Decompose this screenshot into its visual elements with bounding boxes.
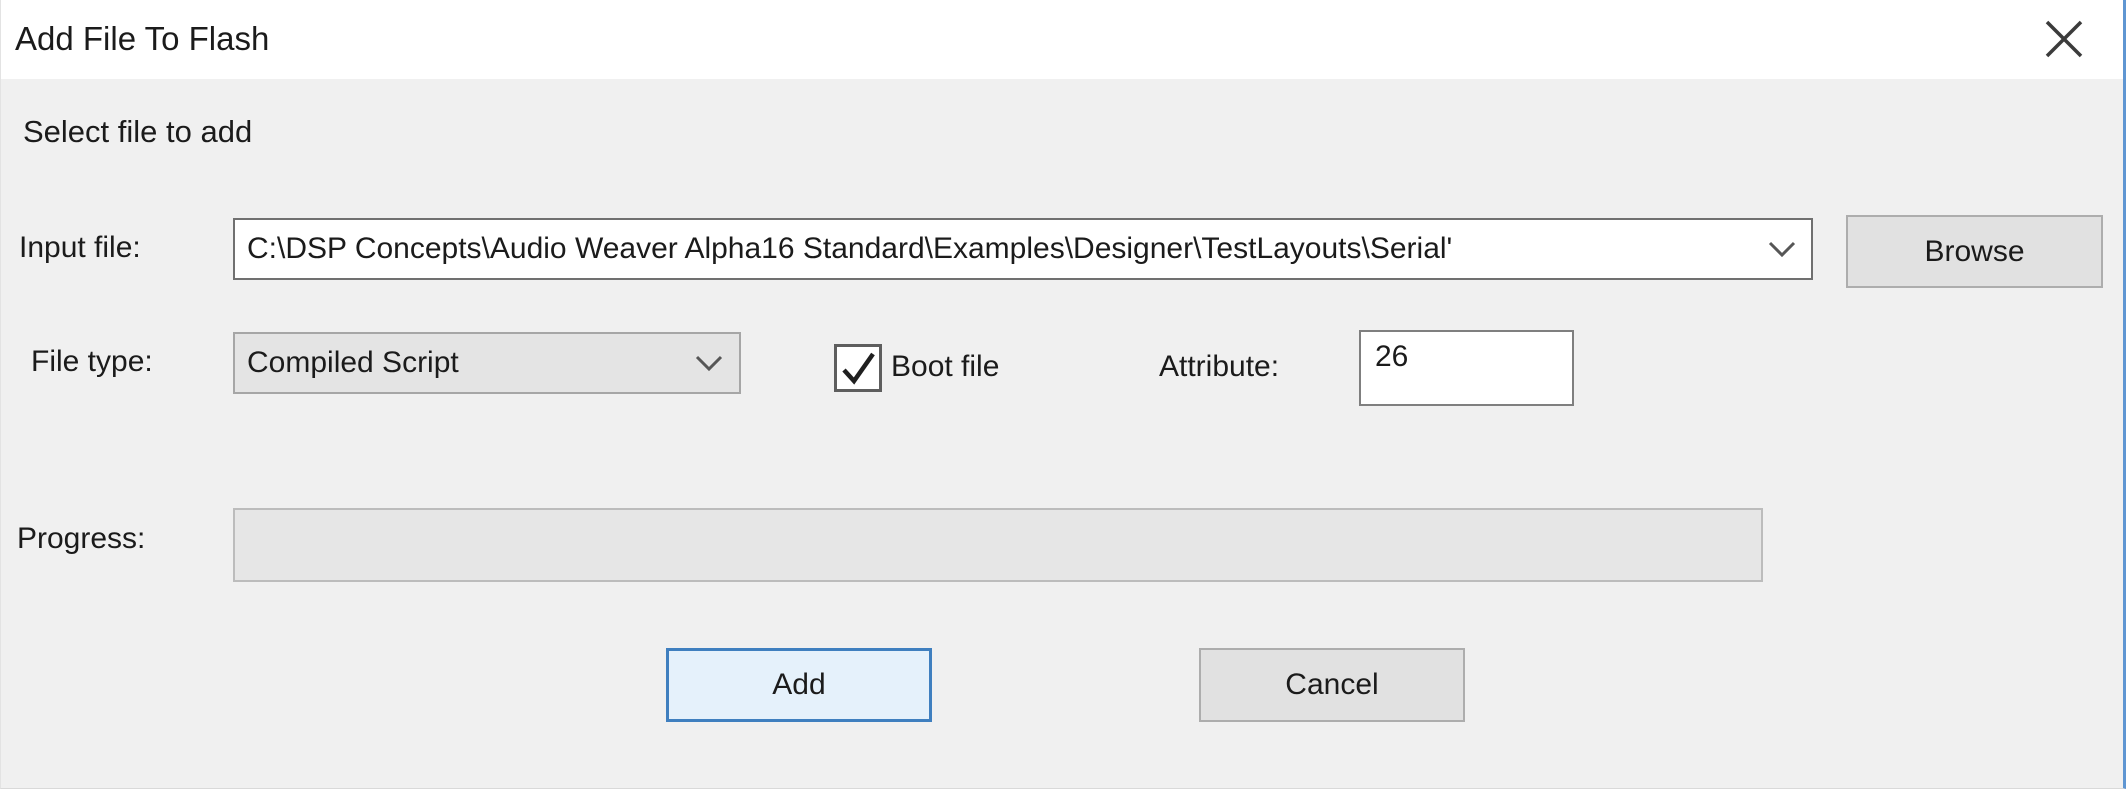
progress-bar	[233, 508, 1763, 582]
add-button[interactable]: Add	[666, 648, 932, 722]
boot-file-checkbox[interactable]	[834, 344, 882, 392]
check-icon	[836, 346, 880, 390]
cancel-button[interactable]: Cancel	[1199, 648, 1465, 722]
input-file-label: Input file:	[19, 231, 141, 265]
browse-button[interactable]: Browse	[1846, 215, 2103, 288]
close-button[interactable]	[2033, 8, 2095, 70]
dialog-title: Add File To Flash	[15, 20, 269, 58]
boot-file-label: Boot file	[891, 350, 999, 384]
file-type-label: File type:	[31, 345, 153, 379]
add-file-to-flash-dialog: Add File To Flash Select file to add Inp…	[0, 0, 2126, 789]
titlebar: Add File To Flash	[1, 0, 2123, 79]
input-file-combobox[interactable]: C:\DSP Concepts\Audio Weaver Alpha16 Sta…	[233, 218, 1813, 280]
input-file-value: C:\DSP Concepts\Audio Weaver Alpha16 Sta…	[235, 232, 1753, 266]
file-type-dropdown[interactable]: Compiled Script	[233, 332, 741, 394]
select-file-heading: Select file to add	[23, 114, 252, 150]
attribute-input[interactable]	[1359, 330, 1574, 406]
attribute-label: Attribute:	[1159, 350, 1279, 384]
progress-label: Progress:	[17, 522, 145, 556]
chevron-down-icon	[679, 354, 739, 372]
file-type-value: Compiled Script	[235, 346, 679, 380]
chevron-down-icon[interactable]	[1753, 220, 1811, 278]
close-icon	[2043, 18, 2085, 60]
